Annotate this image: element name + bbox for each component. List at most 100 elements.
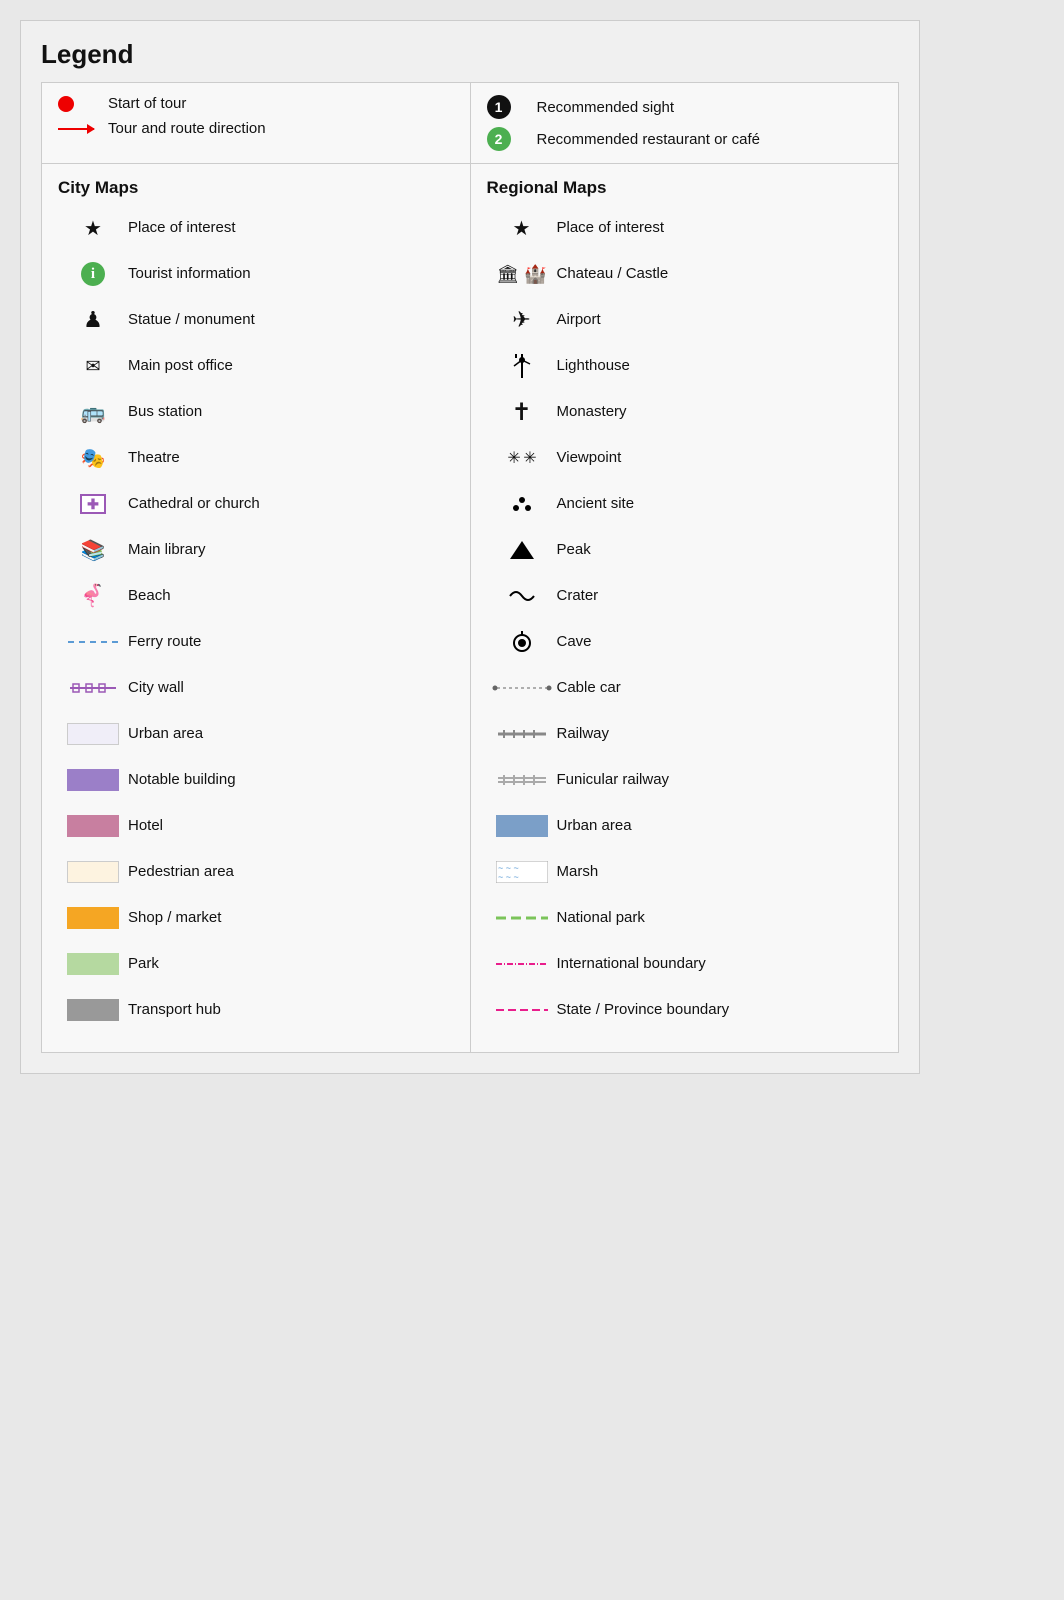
route-label: Tour and route direction bbox=[108, 120, 266, 137]
city-tourist-info: i Tourist information bbox=[58, 256, 454, 292]
reg-state-boundary: State / Province boundary bbox=[487, 992, 883, 1028]
city-maps-column: City Maps ★ Place of interest i Tourist … bbox=[42, 164, 471, 1052]
city-park: Park bbox=[58, 946, 454, 982]
reg-monastery-label: Monastery bbox=[557, 402, 627, 422]
city-hotel-label: Hotel bbox=[128, 816, 163, 836]
city-pedestrian: Pedestrian area bbox=[58, 854, 454, 890]
city-post-icon: ✉ bbox=[58, 356, 128, 377]
reg-national-park-icon bbox=[487, 914, 557, 922]
city-library-label: Main library bbox=[128, 540, 206, 560]
city-theatre-icon: 🎭 bbox=[58, 446, 128, 471]
start-tour-label: Start of tour bbox=[108, 95, 186, 112]
reg-lighthouse: Lighthouse bbox=[487, 348, 883, 384]
city-place-label: Place of interest bbox=[128, 218, 236, 238]
reg-urban-area: Urban area bbox=[487, 808, 883, 844]
city-church-icon: ✚ bbox=[58, 494, 128, 514]
reg-peak: Peak bbox=[487, 532, 883, 568]
reg-railway-icon bbox=[487, 727, 557, 741]
reg-lighthouse-label: Lighthouse bbox=[557, 356, 630, 376]
reg-national-park: National park bbox=[487, 900, 883, 936]
reg-cave-icon bbox=[487, 629, 557, 655]
city-transport-label: Transport hub bbox=[128, 1000, 221, 1020]
reg-marsh-icon: ~ ~ ~ ~ ~ ~ bbox=[487, 861, 557, 883]
reg-ancient: Ancient site bbox=[487, 486, 883, 522]
reg-urban-icon bbox=[487, 815, 557, 837]
reg-national-park-label: National park bbox=[557, 908, 645, 928]
legend-title: Legend bbox=[41, 39, 899, 70]
city-theatre-label: Theatre bbox=[128, 448, 180, 468]
top-right: 1 Recommended sight 2 Recommended restau… bbox=[471, 83, 899, 163]
reg-castle-label: Chateau / Castle bbox=[557, 264, 669, 284]
city-wall: City wall bbox=[58, 670, 454, 706]
city-ferry-icon bbox=[58, 641, 128, 643]
reg-crater-icon bbox=[487, 586, 557, 606]
reg-star-icon: ★ bbox=[487, 216, 557, 241]
reg-marsh-label: Marsh bbox=[557, 862, 599, 882]
reg-urban-label: Urban area bbox=[557, 816, 632, 836]
city-statue-label: Statue / monument bbox=[128, 310, 255, 330]
city-statue: ♟ Statue / monument bbox=[58, 302, 454, 338]
reg-ancient-icon bbox=[487, 490, 557, 518]
city-post-label: Main post office bbox=[128, 356, 233, 376]
city-library: 📚 Main library bbox=[58, 532, 454, 568]
reg-crater: Crater bbox=[487, 578, 883, 614]
city-notable-label: Notable building bbox=[128, 770, 236, 790]
svg-text:~ ~ ~: ~ ~ ~ bbox=[498, 872, 519, 882]
reg-castle: 🏛 🏰 Chateau / Castle bbox=[487, 256, 883, 292]
reg-marsh: ~ ~ ~ ~ ~ ~ Marsh bbox=[487, 854, 883, 890]
red-dot-icon bbox=[58, 96, 108, 112]
top-item-recommended-restaurant: 2 Recommended restaurant or café bbox=[487, 127, 883, 151]
city-wall-label: City wall bbox=[128, 678, 184, 698]
circle-2-icon: 2 bbox=[487, 127, 537, 151]
city-bus-icon: 🚌 bbox=[58, 400, 128, 425]
city-beach-label: Beach bbox=[128, 586, 171, 606]
reg-state-boundary-label: State / Province boundary bbox=[557, 1000, 730, 1020]
city-urban-area: Urban area bbox=[58, 716, 454, 752]
reg-monastery-icon: ✝ bbox=[487, 398, 557, 427]
city-church-label: Cathedral or church bbox=[128, 494, 260, 514]
reg-place-of-interest: ★ Place of interest bbox=[487, 210, 883, 246]
reg-monastery: ✝ Monastery bbox=[487, 394, 883, 430]
reg-place-label: Place of interest bbox=[557, 218, 665, 238]
top-item-route: Tour and route direction bbox=[58, 120, 454, 137]
bottom-section: City Maps ★ Place of interest i Tourist … bbox=[41, 164, 899, 1053]
city-tourist-label: Tourist information bbox=[128, 264, 251, 284]
city-ferry: Ferry route bbox=[58, 624, 454, 660]
recommended-sight-label: Recommended sight bbox=[537, 99, 675, 116]
city-ferry-label: Ferry route bbox=[128, 632, 201, 652]
regional-maps-column: Regional Maps ★ Place of interest 🏛 🏰 Ch… bbox=[471, 164, 899, 1052]
city-bus-label: Bus station bbox=[128, 402, 202, 422]
reg-cave: Cave bbox=[487, 624, 883, 660]
top-left: Start of tour Tour and route direction bbox=[42, 83, 471, 163]
city-hotel-icon bbox=[58, 815, 128, 837]
reg-crater-label: Crater bbox=[557, 586, 599, 606]
city-place-of-interest: ★ Place of interest bbox=[58, 210, 454, 246]
city-transport-icon bbox=[58, 999, 128, 1021]
reg-cave-label: Cave bbox=[557, 632, 592, 652]
city-info-icon: i bbox=[58, 262, 128, 286]
red-arrow-icon bbox=[58, 128, 108, 130]
reg-viewpoint: ✳ ✳ Viewpoint bbox=[487, 440, 883, 476]
city-shop-label: Shop / market bbox=[128, 908, 221, 928]
city-beach: 🦩 Beach bbox=[58, 578, 454, 614]
city-star-icon: ★ bbox=[58, 216, 128, 241]
city-library-icon: 📚 bbox=[58, 538, 128, 563]
city-park-label: Park bbox=[128, 954, 159, 974]
city-pedestrian-label: Pedestrian area bbox=[128, 862, 234, 882]
reg-peak-icon bbox=[487, 538, 557, 562]
top-item-recommended-sight: 1 Recommended sight bbox=[487, 95, 883, 119]
reg-intl-boundary-icon bbox=[487, 960, 557, 968]
legend-container: Legend Start of tour Tour and route dire… bbox=[20, 20, 920, 1074]
reg-railway-label: Railway bbox=[557, 724, 610, 744]
city-wall-icon bbox=[58, 682, 128, 694]
reg-intl-boundary-label: International boundary bbox=[557, 954, 706, 974]
city-post-office: ✉ Main post office bbox=[58, 348, 454, 384]
reg-airport-label: Airport bbox=[557, 310, 601, 330]
reg-cablecar: Cable car bbox=[487, 670, 883, 706]
city-transport: Transport hub bbox=[58, 992, 454, 1028]
reg-peak-label: Peak bbox=[557, 540, 591, 560]
reg-funicular-icon bbox=[487, 773, 557, 787]
reg-cablecar-label: Cable car bbox=[557, 678, 621, 698]
top-item-start-tour: Start of tour bbox=[58, 95, 454, 112]
recommended-restaurant-label: Recommended restaurant or café bbox=[537, 131, 760, 148]
